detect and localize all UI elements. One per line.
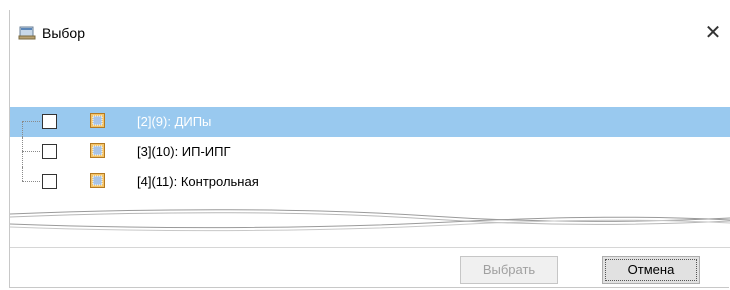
button-area-separator bbox=[10, 247, 730, 248]
tree-item-label: [3](10): ИП-ИПГ bbox=[137, 144, 231, 159]
tree-item-label: [4](11): Контрольная bbox=[137, 174, 259, 189]
tree-item-checkbox[interactable] bbox=[42, 144, 57, 159]
node-icon bbox=[90, 143, 105, 158]
torn-edge-decoration bbox=[10, 209, 730, 232]
close-icon: ✕ bbox=[704, 22, 722, 44]
tree-connector-line bbox=[22, 137, 23, 167]
node-icon bbox=[90, 173, 105, 188]
tree-connector-line bbox=[22, 121, 23, 137]
close-button[interactable]: ✕ bbox=[700, 20, 726, 46]
tree-item-label: [2](9): ДИПы bbox=[137, 114, 212, 129]
tree-connector-line bbox=[22, 181, 40, 182]
tree-connector-line bbox=[22, 167, 23, 181]
tree-connector-line bbox=[22, 151, 40, 152]
tree-item-kontrolnaya[interactable]: [4](11): Контрольная bbox=[10, 167, 730, 197]
select-button[interactable]: Выбрать bbox=[460, 256, 558, 284]
tree-connector-line bbox=[22, 121, 40, 122]
tree-item-checkbox[interactable] bbox=[42, 174, 57, 189]
window-title: Выбор bbox=[42, 25, 85, 41]
tree-item-dipy[interactable]: [2](9): ДИПы bbox=[10, 107, 730, 137]
cancel-button[interactable]: Отмена bbox=[602, 256, 700, 284]
tree-item-ip-ipg[interactable]: [3](10): ИП-ИПГ bbox=[10, 137, 730, 167]
selection-dialog: Выбор ✕ [2](9): ДИПы [3](10): ИП-ИПГ [4]… bbox=[9, 10, 730, 288]
title-bar: Выбор ✕ bbox=[10, 10, 730, 56]
tree-view[interactable]: [2](9): ДИПы [3](10): ИП-ИПГ [4](11): Ко… bbox=[10, 107, 730, 197]
tree-item-checkbox[interactable] bbox=[42, 114, 57, 129]
app-window-icon bbox=[18, 24, 36, 42]
node-icon bbox=[90, 113, 105, 128]
